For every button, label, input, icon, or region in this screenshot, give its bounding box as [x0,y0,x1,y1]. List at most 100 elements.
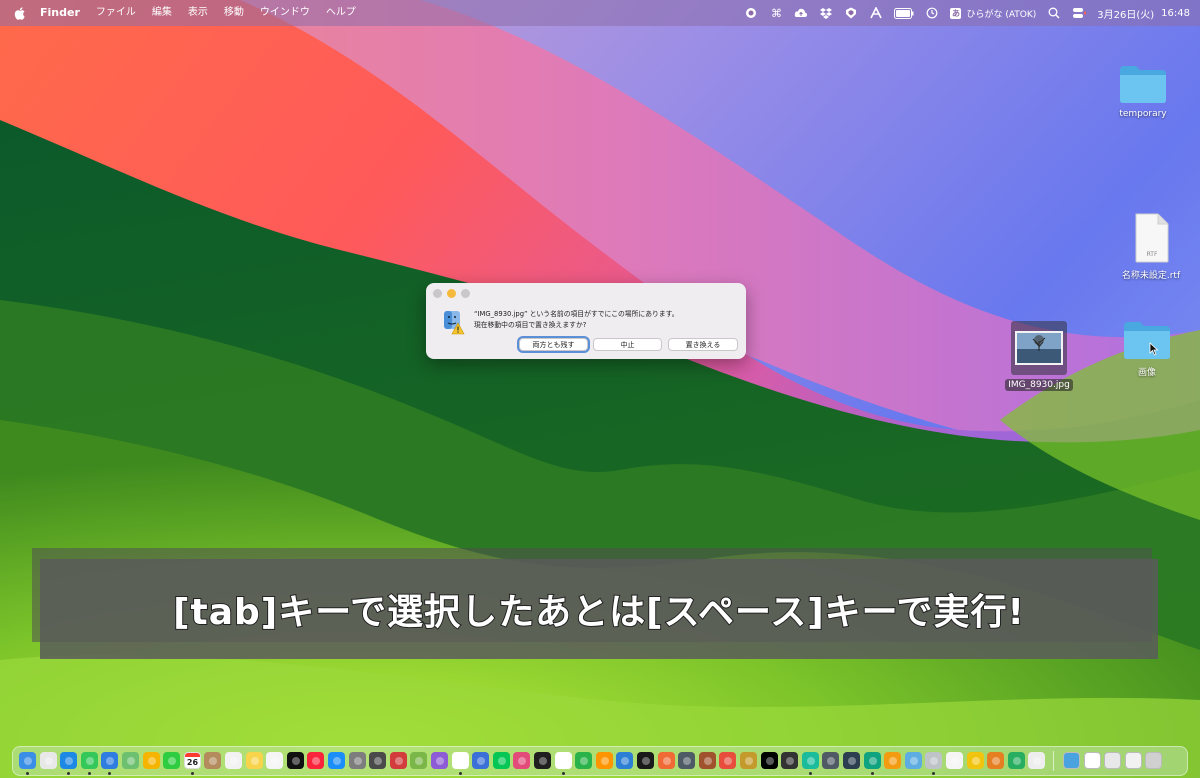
final-cut-icon[interactable] [637,752,654,769]
chatgpt-green-icon[interactable] [864,752,881,769]
freeform-icon[interactable] [266,752,283,769]
maps-icon[interactable] [122,752,139,769]
shield-icon[interactable] [844,6,858,20]
menu-window[interactable]: ウインドウ [252,0,318,26]
input-method-icon[interactable]: あ [950,7,962,19]
app-yellow-glyph [971,756,980,765]
search-icon[interactable] [1047,6,1061,20]
chatgpt-icon[interactable] [534,752,551,769]
app-orange-icon[interactable] [658,752,675,769]
desktop-label-images: 画像 [1137,368,1156,378]
menubar-time[interactable]: 16:48 [1161,8,1190,19]
app-gold-icon[interactable] [740,752,757,769]
app-lime-icon[interactable] [1008,752,1025,769]
menu-edit[interactable]: 編集 [144,0,180,26]
facetime-icon[interactable] [163,752,180,769]
menubar-date[interactable]: 3月26日(火) [1097,6,1154,21]
close-button[interactable] [433,289,442,298]
app-silver-icon[interactable] [925,752,942,769]
app-dark-icon[interactable] [781,752,798,769]
desktop-label-img8930: IMG_8930.jpg [1005,379,1073,391]
app-cyan-icon[interactable] [905,752,922,769]
apple-tv-icon[interactable] [287,752,304,769]
app-navy-icon[interactable] [843,752,860,769]
notes-app-icon[interactable] [204,752,221,769]
launchpad-glyph [44,756,53,765]
input-method-label[interactable]: ひらがな (ATOK) [966,7,1036,20]
xd-icon[interactable] [761,752,778,769]
app-rose-icon[interactable] [987,752,1004,769]
font-icon[interactable] [869,6,883,20]
reminders-icon[interactable] [225,752,242,769]
app-yellow-icon[interactable] [967,752,984,769]
replace-button[interactable]: 置き換える [668,338,738,351]
minimize-button[interactable] [447,289,456,298]
keynote-icon[interactable] [616,752,633,769]
image-tool-icon[interactable] [369,752,386,769]
chrome-icon[interactable] [452,752,469,769]
trash-icon[interactable] [1145,752,1162,769]
menu-help[interactable]: ヘルプ [318,0,364,26]
keep-both-button[interactable]: 両方とも残す [519,338,588,351]
downloads-stack-icon[interactable] [1063,752,1080,769]
notes-icon[interactable] [246,752,263,769]
desktop-file-rtf[interactable]: RTF 名称未設定.rtf [1114,213,1188,282]
control-center-icon[interactable] [1072,6,1087,20]
keynote-glyph [620,756,629,765]
mail-icon[interactable] [101,752,118,769]
dropbox-icon[interactable] [819,6,833,20]
running-indicator [108,772,111,775]
app-purple-icon[interactable] [431,752,448,769]
menu-view[interactable]: 表示 [180,0,216,26]
music-icon[interactable] [307,752,324,769]
messages-icon[interactable] [81,752,98,769]
app-teal-icon[interactable] [802,752,819,769]
line-icon[interactable] [493,752,510,769]
safari-icon[interactable] [60,752,77,769]
pages-icon[interactable] [596,752,613,769]
stack-doc2-icon[interactable] [1125,752,1142,769]
app-green-icon[interactable] [410,752,427,769]
time-machine-icon[interactable] [925,6,939,20]
app-brown-icon[interactable] [699,752,716,769]
office-icon[interactable] [719,752,736,769]
desktop-file-img8930[interactable]: IMG_8930.jpg [1000,321,1078,391]
app-gray-icon[interactable] [678,752,695,769]
cloud-upload-icon[interactable] [794,6,808,20]
app-blue-icon[interactable] [472,752,489,769]
finder-icon[interactable] [19,752,36,769]
app-red-icon[interactable] [390,752,407,769]
app-orange-glyph [662,756,671,765]
panda-icon[interactable] [1028,752,1045,769]
settings-icon[interactable] [349,752,366,769]
menu-go[interactable]: 移動 [216,0,252,26]
app-store-icon[interactable] [328,752,345,769]
apple-menu-icon[interactable] [12,0,26,26]
stack-doc-icon[interactable] [1104,752,1121,769]
app-pink-icon[interactable] [513,752,530,769]
app-slate-icon[interactable] [822,752,839,769]
svg-text:⌘: ⌘ [771,7,782,19]
menu-bar: Finder ファイル 編集 表示 移動 ウインドウ ヘルプ ⌘ あ ひらがな … [0,0,1200,26]
zoom-button[interactable] [461,289,470,298]
menu-file[interactable]: ファイル [88,0,144,26]
record-icon[interactable] [744,6,758,20]
desktop-folder-temporary[interactable]: temporary [1108,62,1178,120]
command-icon[interactable]: ⌘ [769,6,783,20]
launchpad-icon[interactable] [40,752,57,769]
photos-icon[interactable] [143,752,160,769]
dock: 26 [12,746,1188,776]
calendar-icon[interactable]: 26 [184,752,201,769]
music-glyph [311,756,320,765]
desktop-folder-images[interactable]: 画像 [1112,318,1182,379]
textedit-icon[interactable] [946,752,963,769]
numbers-icon[interactable] [575,752,592,769]
menu-app-name[interactable]: Finder [32,0,88,26]
app-blue-glyph [476,756,485,765]
stack-white-icon[interactable] [1084,752,1101,769]
stop-button[interactable]: 中止 [593,338,662,351]
google-maps-icon[interactable] [555,752,572,769]
app-amber-icon[interactable] [884,752,901,769]
running-indicator [562,772,565,775]
running-indicator [67,772,70,775]
